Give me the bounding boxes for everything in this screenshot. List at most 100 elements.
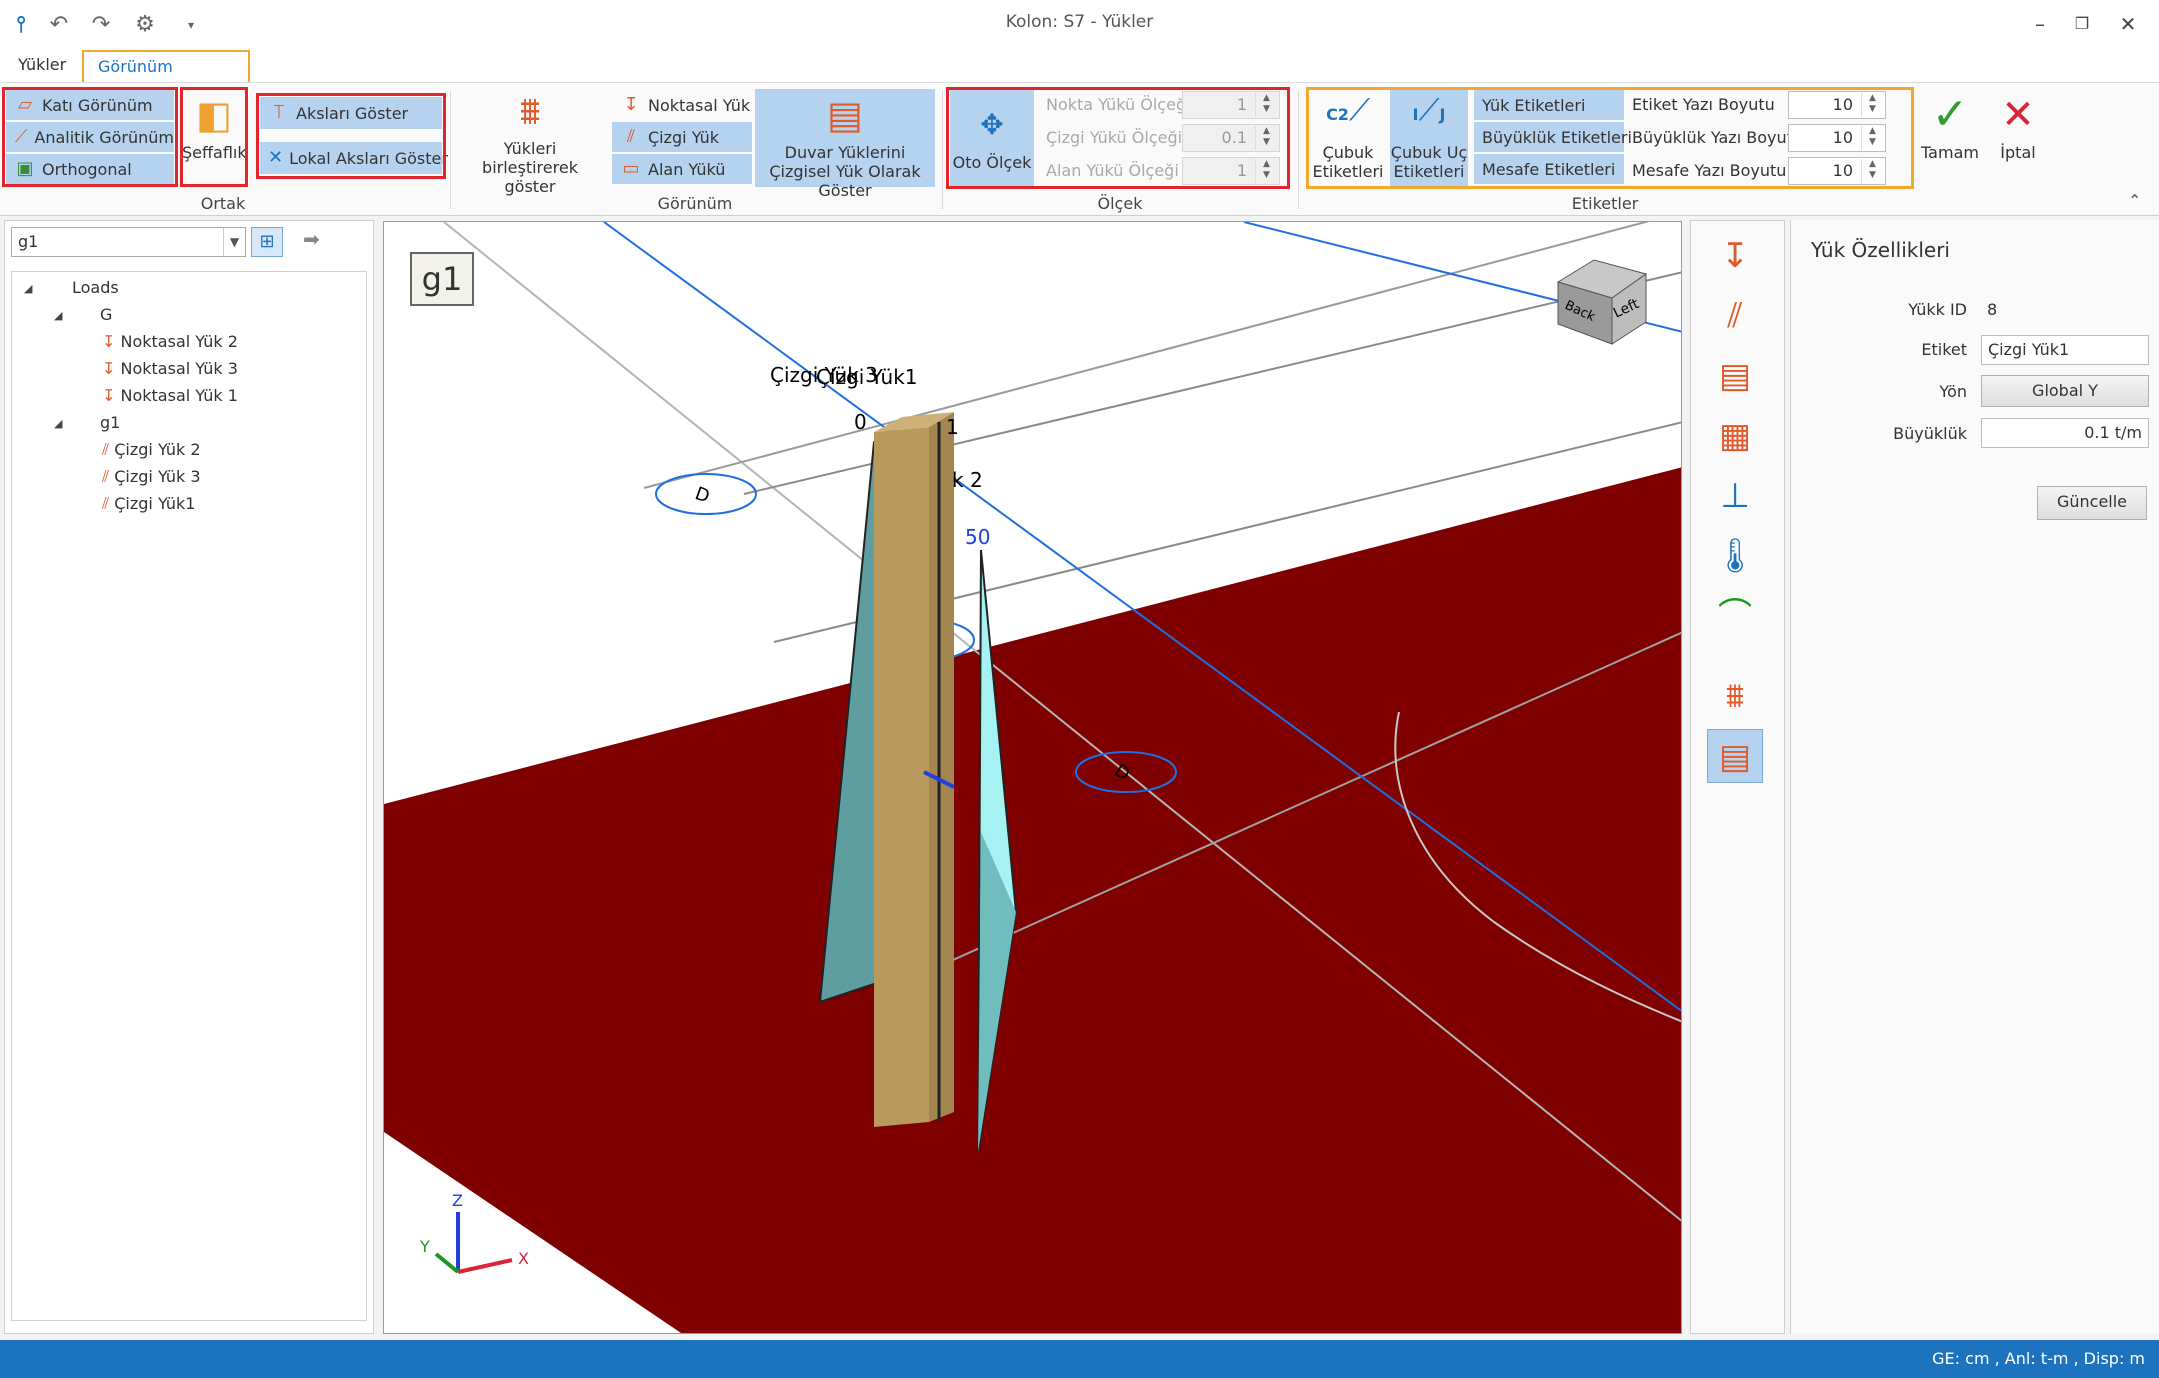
tamam-button[interactable]: ✓ Tamam [1918,93,1982,163]
kati-gorunum-button[interactable]: ▱ Katı Görünüm [6,90,174,120]
tab-gorunum-ayarlari[interactable]: Görünüm Ayarları [82,50,250,106]
tree-node-cizgi-yuk[interactable]: ⫽ Çizgi Yük 3 [102,467,201,487]
yukleri-birlestir-label: Yükleri birleştirerek göster [482,139,578,196]
point-load-icon: ↧ [102,359,121,378]
tree-node-loads[interactable]: Loads [72,278,119,297]
collapse-icon[interactable]: ◢ [54,417,62,430]
yuk-etiketleri-label: Yük Etiketleri [1482,95,1586,115]
area-load-tool-icon[interactable]: ▦ [1707,409,1763,463]
cubuk-etiketleri-button[interactable]: C2⟋ Çubuk Etiketleri [1310,89,1386,187]
spin-arrows-icon[interactable]: ▲ ▼ [1255,93,1277,117]
load-case-text: g1 [421,260,463,298]
load-properties-panel: Yük Özellikleri Yükk ID 8 Etiket Çizgi Y… [1790,220,2159,1334]
cubuk-uc-etiketleri-button[interactable]: I⟋J Çubuk Uç Etiketleri [1390,89,1468,187]
merged-load-tool-icon[interactable]: ⩩ [1707,669,1763,723]
tree-label: Çizgi Yük1 [114,494,196,513]
nokta-yuku-olcegi-value: 1 [1236,95,1247,114]
support-load-tool-icon[interactable]: ⊥ [1707,469,1763,523]
cizgi-yuk-button[interactable]: ⫽ Çizgi Yük [612,122,752,152]
oto-olcek-button[interactable]: ✥ Oto Ölçek [950,89,1034,187]
spin-arrows-icon[interactable]: ▲ ▼ [1861,93,1883,117]
auto-scale-icon: ✥ [980,108,1004,141]
y-axis-label: Y [419,1237,430,1256]
noktasal-yuk-label: Noktasal Yük [648,95,751,115]
nokta-yuku-olcegi-label: Nokta Yükü Ölçeği [1046,95,1191,114]
tree-node-noktasal-yuk[interactable]: ↧ Noktasal Yük 3 [102,359,238,378]
filter-icon[interactable]: ⊞ [251,227,283,257]
node-label: k 2 [952,468,983,492]
point-load-tool-icon[interactable]: ↧ [1707,229,1763,283]
duvar-yukleri-button[interactable]: ▤ Duvar Yüklerini Çizgisel Yük Olarak Gös… [755,89,935,200]
lokal-akslari-goster-button[interactable]: ✕ Lokal Aksları Göster [260,142,448,174]
alan-yuku-button[interactable]: ▭ Alan Yükü [612,154,752,184]
load-case-select[interactable]: g1 ▼ [11,227,246,257]
tamam-label: Tamam [1921,143,1979,162]
spin-arrows-icon[interactable]: ▲ ▼ [1861,159,1883,183]
wall-line-load-tool-icon[interactable]: ▤ [1707,729,1763,783]
tab-yukler[interactable]: Yükler [4,50,80,82]
spin-arrows-icon[interactable]: ▲ ▼ [1255,159,1277,183]
collapse-ribbon-icon[interactable]: ⌃ [2128,191,2141,210]
buyukluk-yazi-boyutu-input[interactable]: 10 ▲ ▼ [1788,124,1886,152]
chevron-down-icon[interactable]: ▼ [223,228,245,256]
local-axes-icon: ✕ [268,147,284,168]
yuk-etiketleri-button[interactable]: Yük Etiketleri [1474,90,1624,120]
view-cube[interactable]: Back Left [1554,252,1650,348]
mesafe-yazi-boyutu-input[interactable]: 10 ▲ ▼ [1788,157,1886,185]
yon-button[interactable]: Global Y [1981,375,2149,407]
group-label-gorunum: Görünüm [657,194,733,213]
etiket-yazi-boyutu-label: Etiket Yazı Boyutu [1632,95,1775,114]
arrow-right-icon[interactable]: ➡ [303,227,320,251]
analitik-gorunum-button[interactable]: ⟋ Analitik Görünüm [6,122,174,152]
member-label-icon: C2⟋ [1326,93,1370,128]
minimize-button[interactable]: – [2020,8,2060,40]
oto-olcek-label: Oto Ölçek [952,153,1032,172]
tree-node-noktasal-yuk[interactable]: ↧ Noktasal Yük 2 [102,332,238,351]
tree-node-g1[interactable]: g1 [100,413,120,432]
cizgi-yuku-olcegi-input[interactable]: 0.1 ▲ ▼ [1182,124,1280,152]
mesafe-etiketleri-button[interactable]: Mesafe Etiketleri [1474,154,1624,184]
spin-arrows-icon[interactable]: ▲ ▼ [1255,126,1277,150]
line-load-tool-icon[interactable]: ⫽ [1707,289,1763,343]
orthogonal-button[interactable]: ▣ Orthogonal [6,154,174,184]
guncelle-button[interactable]: Güncelle [2037,486,2147,520]
temperature-load-tool-icon[interactable]: 🌡 [1707,529,1763,583]
collapse-icon[interactable]: ◢ [54,309,62,322]
tree-label: Çizgi Yük 2 [114,440,201,459]
cubuk-etiketleri-label: Çubuk Etiketleri [1312,143,1384,181]
alan-yuku-olcegi-input[interactable]: 1 ▲ ▼ [1182,157,1280,185]
wall-load-tool-icon[interactable]: ▤ [1707,349,1763,403]
spin-arrows-icon[interactable]: ▲ ▼ [1861,126,1883,150]
bridge-load-tool-icon[interactable]: ⌒ [1707,589,1763,643]
mesafe-etiketleri-label: Mesafe Etiketleri [1482,159,1616,179]
tree-node-noktasal-yuk[interactable]: ↧ Noktasal Yük 1 [102,386,238,405]
akslari-goster-button[interactable]: ⟙ Aksları Göster [260,97,442,129]
axis-triad: Z X Y [414,1182,534,1292]
z-axis-label: Z [452,1191,463,1210]
tree-node-cizgi-yuk[interactable]: ⫽ Çizgi Yük 2 [102,440,201,460]
cizgi-yuku-olcegi-value: 0.1 [1221,128,1247,147]
tree-node-cizgi-yuk[interactable]: ⫽ Çizgi Yük1 [102,494,195,514]
yukleri-birlestir-button[interactable]: ⩩ Yükleri birleştirerek göster [460,89,600,196]
iptal-button[interactable]: ✕ İptal [1988,93,2048,162]
load-label: Çizgi Yük1 [816,365,918,389]
load-type-toolbar: ↧ ⫽ ▤ ▦ ⊥ 🌡 ⌒ ⩩ ▤ [1690,220,1785,1334]
tree-node-g[interactable]: G [100,305,112,324]
etiket-yazi-boyutu-input[interactable]: 10 ▲ ▼ [1788,91,1886,119]
3d-viewport[interactable]: D C D Çizgi Yük 3 Çizgi Yük1 0 1 k 2 50 … [383,221,1682,1334]
buyukluk-input[interactable]: 0.1 t/m [1981,418,2149,448]
transparency-icon: ◧ [196,93,232,137]
restore-button[interactable]: ❐ [2062,8,2102,40]
seffaflik-label: Şeffaflık [182,143,247,162]
magnitude-label: 50 [965,525,990,549]
seffaflik-button[interactable]: ◧ Şeffaflık [182,93,247,162]
close-button[interactable]: ✕ [2108,8,2148,40]
nokta-yuku-olcegi-input[interactable]: 1 ▲ ▼ [1182,91,1280,119]
buyukluk-yazi-boyutu-label: Büyüklük Yazı Boyutu [1632,128,1804,147]
load-case-label: g1 [410,252,474,306]
collapse-icon[interactable]: ◢ [24,282,32,295]
line-load-icon: ⫽ [102,494,115,513]
etiket-input[interactable]: Çizgi Yük1 [1981,335,2149,365]
buyukluk-etiketleri-button[interactable]: Büyüklük Etiketleri [1474,122,1632,152]
noktasal-yuk-button[interactable]: ↧ Noktasal Yük [612,90,752,120]
